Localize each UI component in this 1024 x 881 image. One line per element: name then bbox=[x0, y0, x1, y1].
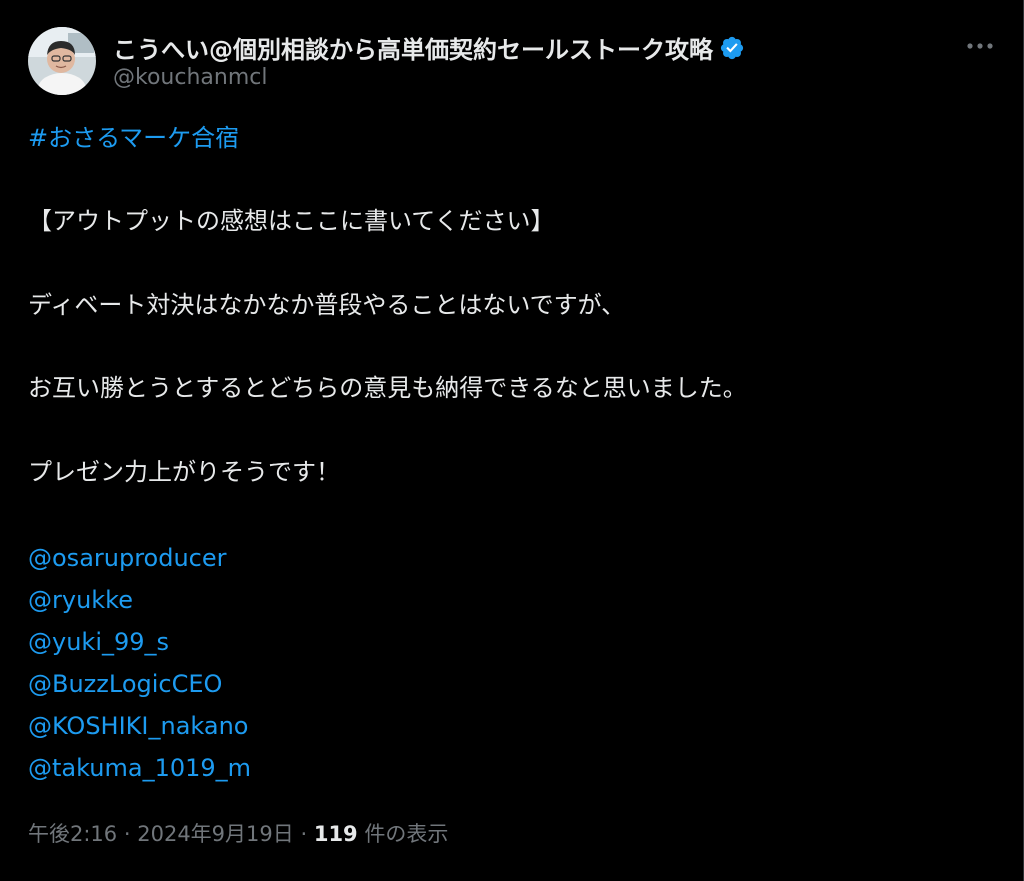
more-options-button[interactable] bbox=[960, 28, 1000, 64]
tweet-date[interactable]: 2024年9月19日 bbox=[137, 822, 294, 846]
tweet-meta: 午後2:16 · 2024年9月19日 · 119 件の表示 bbox=[28, 818, 448, 848]
mention-link[interactable]: @ryukke bbox=[28, 584, 133, 616]
mention-link[interactable]: @yuki_99_s bbox=[28, 626, 169, 658]
meta-separator: · bbox=[123, 822, 131, 846]
view-count[interactable]: 119 bbox=[314, 822, 358, 846]
tweet-card: こうへい@個別相談から高単価契約セールストーク攻略 @kouchanmcl #お… bbox=[0, 0, 1024, 881]
view-label: 件の表示 bbox=[364, 822, 449, 846]
tweet-time[interactable]: 午後2:16 bbox=[28, 822, 117, 846]
author-handle[interactable]: @kouchanmcl bbox=[113, 65, 267, 90]
tweet-text-line: プレゼン力上がりそうです！ bbox=[28, 458, 340, 486]
mention-link[interactable]: @KOSHIKI_nakano bbox=[28, 710, 249, 742]
avatar[interactable] bbox=[28, 27, 96, 95]
author-display-name[interactable]: こうへい@個別相談から高単価契約セールストーク攻略 bbox=[113, 30, 713, 65]
mention-link[interactable]: @osaruproducer bbox=[28, 542, 227, 574]
more-dots-icon bbox=[967, 43, 993, 49]
meta-separator: · bbox=[300, 822, 308, 846]
hashtag-link[interactable]: #おさるマーケ合宿 bbox=[28, 122, 239, 154]
avatar-image bbox=[28, 27, 96, 95]
mention-link[interactable]: @BuzzLogicCEO bbox=[28, 668, 222, 700]
mention-link[interactable]: @takuma_1019_m bbox=[28, 752, 251, 784]
verified-badge-icon[interactable] bbox=[719, 35, 745, 61]
tweet-text-line: 【アウトプットの感想はここに書いてください】 bbox=[28, 207, 555, 235]
author-name-row: こうへい@個別相談から高単価契約セールストーク攻略 bbox=[113, 30, 745, 65]
tweet-text-line: お互い勝とうとするとどちらの意見も納得できるなと思いました。 bbox=[28, 374, 747, 402]
tweet-text-line: ディベート対決はなかなか普段やることはないですが、 bbox=[28, 291, 626, 319]
